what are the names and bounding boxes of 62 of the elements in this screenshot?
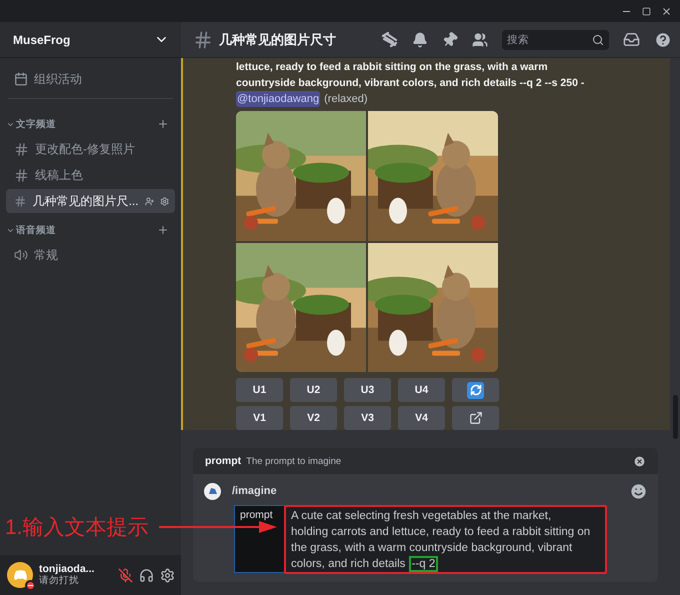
close-icon[interactable]: [661, 6, 672, 16]
command-name: /imagine: [232, 485, 278, 497]
emoji-icon[interactable]: [629, 482, 648, 500]
username: tonjiaoda...: [39, 563, 96, 575]
add-channel-icon[interactable]: [157, 224, 169, 236]
threads-icon[interactable]: [381, 31, 398, 48]
action-button[interactable]: U2: [290, 378, 337, 402]
controller-icon: [12, 570, 28, 580]
add-channel-icon[interactable]: [157, 118, 169, 130]
close-icon[interactable]: [633, 454, 646, 468]
action-button[interactable]: V4: [398, 406, 445, 430]
speaker-icon: [14, 248, 28, 262]
message-text: lettuce, ready to feed a rabbit sitting on the grass, with a warm: [236, 60, 549, 75]
message-status: (relaxed): [324, 92, 368, 107]
settings-icon[interactable]: [160, 196, 170, 206]
channel-item[interactable]: 线稿上色: [6, 163, 175, 187]
invite-icon[interactable]: [144, 196, 154, 206]
maximize-icon[interactable]: [642, 6, 651, 16]
category-label[interactable]: 文字频道: [16, 118, 157, 130]
action-button[interactable]: U4: [398, 378, 445, 402]
user-status: 请勿打扰: [39, 575, 80, 587]
members-icon[interactable]: [472, 32, 488, 48]
open-web-button[interactable]: [452, 406, 499, 430]
option-label: prompt: [234, 505, 284, 573]
action-button[interactable]: V1: [236, 406, 283, 430]
dnd-badge-icon: [25, 580, 36, 591]
channel-item[interactable]: 常规: [6, 243, 175, 267]
highlight-box: --q 2: [408, 556, 438, 572]
annotation-label: 1.输入文本提示: [5, 515, 149, 541]
action-button[interactable]: V3: [344, 406, 391, 430]
user-avatar[interactable]: [7, 562, 33, 588]
search-field[interactable]: 搜索: [502, 30, 609, 50]
action-button[interactable]: U1: [236, 378, 283, 402]
refresh-icon: [467, 382, 484, 398]
hash-icon: [14, 168, 29, 182]
search-icon: [592, 34, 604, 46]
settings-icon[interactable]: [160, 568, 175, 582]
bell-icon[interactable]: [412, 32, 428, 48]
action-button[interactable]: V2: [290, 406, 337, 430]
category-label[interactable]: 语音频道: [16, 224, 157, 236]
events-item[interactable]: 组织活动: [6, 64, 175, 94]
channel-item[interactable]: 更改配色-修复照片: [6, 137, 175, 161]
hash-icon: [14, 142, 29, 156]
external-link-icon: [468, 411, 482, 425]
channel-item[interactable]: 几种常见的图片尺...: [6, 189, 175, 213]
help-icon[interactable]: [654, 30, 672, 48]
calendar-icon: [14, 72, 28, 86]
headphones-icon[interactable]: [139, 568, 154, 582]
inbox-icon[interactable]: [623, 31, 640, 48]
option-name: prompt: [205, 455, 242, 467]
scrollbar-thumb[interactable]: [672, 395, 678, 439]
channel-title: 几种常见的图片尺寸: [219, 30, 337, 48]
reroll-button[interactable]: [452, 378, 499, 402]
hash-icon: [193, 30, 213, 50]
hash-icon: [14, 194, 27, 208]
action-button[interactable]: U3: [344, 378, 391, 402]
mic-muted-icon[interactable]: [118, 568, 133, 582]
server-name: MuseFrog: [13, 32, 70, 46]
user-mention[interactable]: @tonjiaodawang: [236, 91, 320, 107]
prompt-input[interactable]: A cute cat selecting fresh vegetables at the market, holding carrots and lettuce, ready to feed a rabbit sitting on the grass, with a warm countryside background, vibrant colors, and rich details --q 2: [284, 505, 607, 574]
option-description: The prompt to imagine: [246, 456, 342, 466]
message-text: countryside background, vibrant colors, and rich details --q 2 --s 250 -: [236, 76, 586, 91]
